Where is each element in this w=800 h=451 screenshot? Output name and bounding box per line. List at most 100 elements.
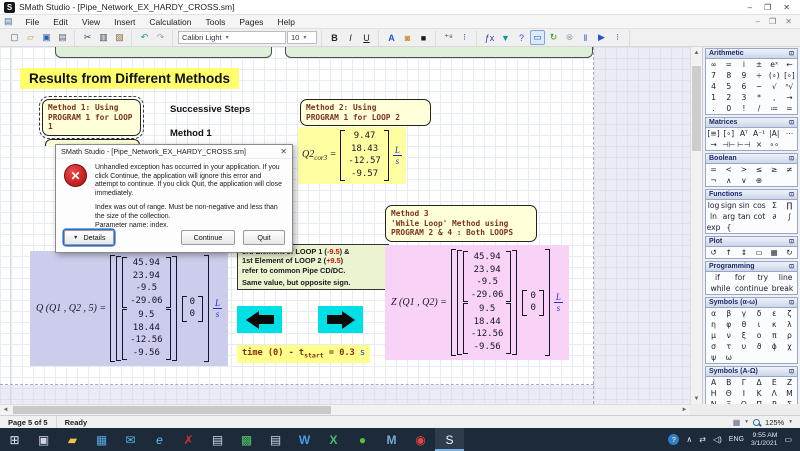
palette-button[interactable]: [∘] <box>782 70 797 81</box>
palette-button[interactable]: = <box>782 103 797 114</box>
minimize-button[interactable]: – <box>748 3 752 12</box>
menu-item[interactable]: Pages <box>232 17 270 27</box>
dialog-title-bar[interactable]: SMath Studio - [Pipe_Network_EX_HARDY_CR… <box>56 145 292 159</box>
panel-collapse-icon[interactable]: ⊡ <box>789 299 794 306</box>
palette-button[interactable]: ξ <box>736 330 751 341</box>
palette-button[interactable]: ν <box>721 330 736 341</box>
underline-button[interactable]: U <box>359 30 374 45</box>
palette-button[interactable]: ε <box>767 308 782 319</box>
palette-button[interactable]: Α <box>706 377 721 388</box>
palette-button[interactable]: ψ <box>706 352 721 363</box>
palette-button[interactable]: [∘] <box>721 128 736 139</box>
palette-button[interactable]: ↺ <box>706 247 721 258</box>
palette-button[interactable]: ∏ <box>782 200 797 211</box>
palette-button[interactable]: 1 <box>706 92 721 103</box>
palette-button[interactable]: 3 <box>736 92 751 103</box>
quit-button[interactable]: Quit <box>243 230 285 245</box>
successive-steps-label[interactable]: Successive Steps <box>170 104 250 115</box>
panel-collapse-icon[interactable]: ⊡ <box>789 238 794 245</box>
palette-button[interactable]: . <box>706 103 721 114</box>
method1-text-box[interactable]: Method 1: Using PROGRAM 1 for LOOP 1 <box>42 99 141 136</box>
palette-button[interactable]: ι <box>752 319 767 330</box>
start-button[interactable]: ⊞ <box>0 428 29 451</box>
zoom-level[interactable]: 125% <box>765 418 784 427</box>
palette-button[interactable]: ← <box>782 59 797 70</box>
palette-button[interactable]: , <box>767 92 782 103</box>
font-size-combo[interactable]: 10 ▾ <box>287 31 317 44</box>
palette-button[interactable]: Ι <box>736 388 751 399</box>
restore-button[interactable]: ❐ <box>764 3 771 12</box>
palette-button[interactable]: ∧ <box>721 175 736 186</box>
chevron-down-icon[interactable]: ▾ <box>745 419 748 425</box>
abort-icon[interactable]: ⊗ <box>562 30 577 45</box>
palette-button[interactable]: √ <box>767 81 782 92</box>
palette-button[interactable]: break <box>768 283 797 294</box>
italic-button[interactable]: I <box>343 30 358 45</box>
details-button[interactable]: ▼ Details <box>64 230 114 245</box>
align-icon[interactable]: ⁝ <box>457 30 472 45</box>
file-explorer-icon[interactable]: ▰ <box>58 428 87 451</box>
palette-button[interactable]: ρ <box>782 330 797 341</box>
palette-button[interactable]: Ε <box>767 377 782 388</box>
palette-button[interactable]: η <box>706 319 721 330</box>
palette-button[interactable]: line <box>774 272 797 283</box>
document-app-icon[interactable]: ▤ <box>203 428 232 451</box>
menu-item[interactable]: Tools <box>198 17 232 27</box>
palette-button[interactable]: κ <box>767 319 782 330</box>
method1-label[interactable]: Method 1 <box>170 128 212 139</box>
palette-button[interactable]: ↻ <box>782 247 797 258</box>
time-equation-region[interactable]: time (0) - tstart = 0.3 s <box>237 345 370 363</box>
snapshot-icon[interactable]: ▭ <box>530 30 545 45</box>
palette-button[interactable]: Β <box>721 377 736 388</box>
palette-button[interactable]: < <box>721 164 736 175</box>
vertical-scrollbar[interactable]: ▲ ▼ <box>690 47 702 404</box>
palette-button[interactable]: log <box>706 200 721 211</box>
panel-collapse-icon[interactable]: ⊡ <box>789 191 794 198</box>
chevron-down-icon[interactable]: ▾ <box>789 419 792 425</box>
palette-button[interactable]: > <box>736 164 751 175</box>
palette-button[interactable]: continue <box>735 283 768 294</box>
network-icon[interactable]: ⇄ <box>699 435 706 444</box>
palette-button[interactable]: θ <box>736 319 751 330</box>
redo-icon[interactable]: ↷ <box>153 30 168 45</box>
border-icon[interactable]: ■ <box>416 30 431 45</box>
palette-button[interactable]: ⋯ <box>782 128 797 139</box>
clipped-region[interactable] <box>55 47 272 58</box>
palette-button[interactable]: − <box>752 81 767 92</box>
palette-button[interactable]: ω <box>721 352 736 363</box>
palette-button[interactable]: if <box>706 272 729 283</box>
photos-icon[interactable]: ▩ <box>232 428 261 451</box>
palette-button[interactable]: ¬ <box>706 175 721 186</box>
palette-button[interactable]: * <box>752 92 767 103</box>
palette-button[interactable]: φ <box>721 319 736 330</box>
palette-button[interactable]: 7 <box>706 70 721 81</box>
tray-chevron-icon[interactable]: ∧ <box>686 435 692 444</box>
palette-button[interactable]: δ <box>752 308 767 319</box>
language-indicator[interactable]: ENG <box>729 436 744 443</box>
palette-button[interactable]: = <box>721 59 736 70</box>
panel-collapse-icon[interactable]: ⊡ <box>789 50 794 57</box>
font-name-combo[interactable]: Calibri Light ▾ <box>178 31 286 44</box>
menu-item[interactable]: File <box>19 17 47 27</box>
new-icon[interactable]: ▢ <box>7 30 22 45</box>
palette-button[interactable]: [≡] <box>706 128 721 139</box>
palette-button[interactable]: λ <box>782 319 797 330</box>
palette-button[interactable]: Δ <box>752 377 767 388</box>
internet-explorer-icon[interactable]: e <box>145 428 174 451</box>
save-icon[interactable]: ▣ <box>39 30 54 45</box>
green-app-icon[interactable]: ● <box>348 428 377 451</box>
palette-button[interactable]: for <box>729 272 752 283</box>
palette-button[interactable]: cot <box>752 211 767 222</box>
align-regions-icon[interactable]: ⁝ <box>610 30 625 45</box>
palette-button[interactable]: Θ <box>721 388 736 399</box>
function-icon[interactable]: ƒx <box>482 30 497 45</box>
palette-button[interactable]: Σ <box>767 200 782 211</box>
palette-button[interactable]: → <box>782 92 797 103</box>
palette-button[interactable]: 8 <box>721 70 736 81</box>
palette-button[interactable]: Η <box>706 388 721 399</box>
menu-item[interactable]: Insert <box>107 17 142 27</box>
palette-button[interactable]: μ <box>706 330 721 341</box>
play-icon[interactable]: ▶ <box>594 30 609 45</box>
palette-button[interactable]: τ <box>721 341 736 352</box>
palette-button[interactable]: π <box>767 330 782 341</box>
